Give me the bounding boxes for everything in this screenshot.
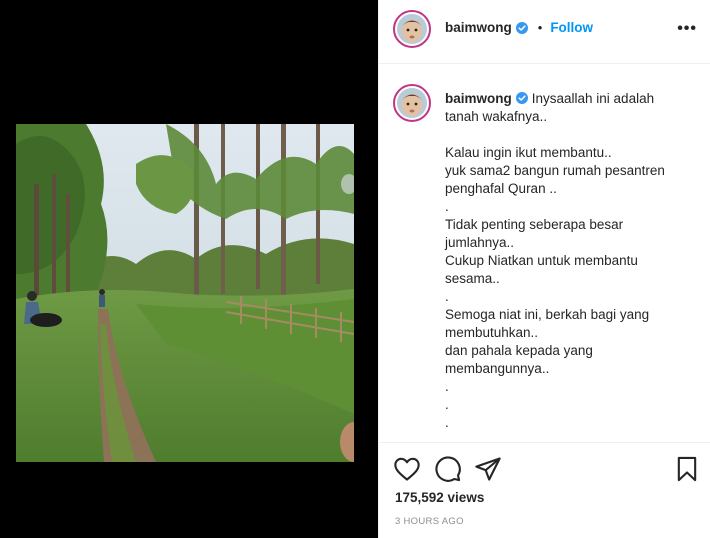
avatar-image [397,14,427,44]
video-scene [16,124,354,462]
caption-section: baimwong Inysaallah ini adalah tanah waka… [379,64,710,442]
media-pane [0,0,378,538]
caption-username[interactable]: baimwong [445,91,512,106]
separator-dot: • [537,20,543,35]
caption-avatar[interactable] [393,84,431,122]
more-options-icon[interactable]: ••• [677,20,697,38]
caption-line: Cukup Niatkan untuk membantu [445,253,638,268]
post-actions: 175,592 views 3 HOURS AGO [379,442,710,538]
follow-button[interactable]: Follow [550,20,593,35]
post-side-panel: baimwong • Follow ••• baimwong Inysaalla… [378,0,710,538]
caption-line: . [445,397,449,412]
avatar-image [397,88,427,118]
caption-line: membangunnya.. [445,361,550,376]
post-video[interactable] [16,124,354,462]
caption-line: dan pahala kepada yang [445,343,593,358]
caption-line: yuk sama2 bangun rumah pesantren [445,163,665,178]
verified-badge-icon [515,92,528,104]
caption-line: Kalau ingin ikut membantu.. [445,145,612,160]
heart-icon[interactable] [393,455,421,483]
caption-text: baimwong Inysaallah ini adalah tanah waka… [445,90,695,432]
caption-line: . [445,289,449,304]
bookmark-icon[interactable] [673,455,701,483]
post-timestamp[interactable]: 3 HOURS AGO [395,516,464,527]
caption-line: Tidak penting seberapa besar [445,217,624,232]
caption-line: . [445,379,449,394]
caption-line: . [445,415,449,430]
caption-line: penghafal Quran .. [445,181,557,196]
post-header: baimwong • Follow ••• [379,0,710,64]
caption-first-line: baimwong Inysaallah ini adalah [445,90,695,108]
caption-line: Semoga niat ini, berkah bagi yang [445,307,650,322]
caption-line: jumlahnya.. [445,235,515,250]
header-username[interactable]: baimwong [445,20,512,35]
caption-line [445,126,695,144]
verified-badge-icon [515,21,528,34]
comment-icon[interactable] [434,455,462,483]
user-avatar[interactable] [393,10,431,48]
caption-line: Inysaallah ini adalah [531,91,655,106]
header-user-info: baimwong • Follow [445,20,593,35]
caption-line: membutuhkan.. [445,325,539,340]
caption-line: sesama.. [445,271,500,286]
view-count[interactable]: 175,592 views [395,490,484,505]
caption-line: tanah wakafnya.. [445,109,548,124]
caption-line: . [445,199,449,214]
paper-plane-icon[interactable] [474,455,502,483]
